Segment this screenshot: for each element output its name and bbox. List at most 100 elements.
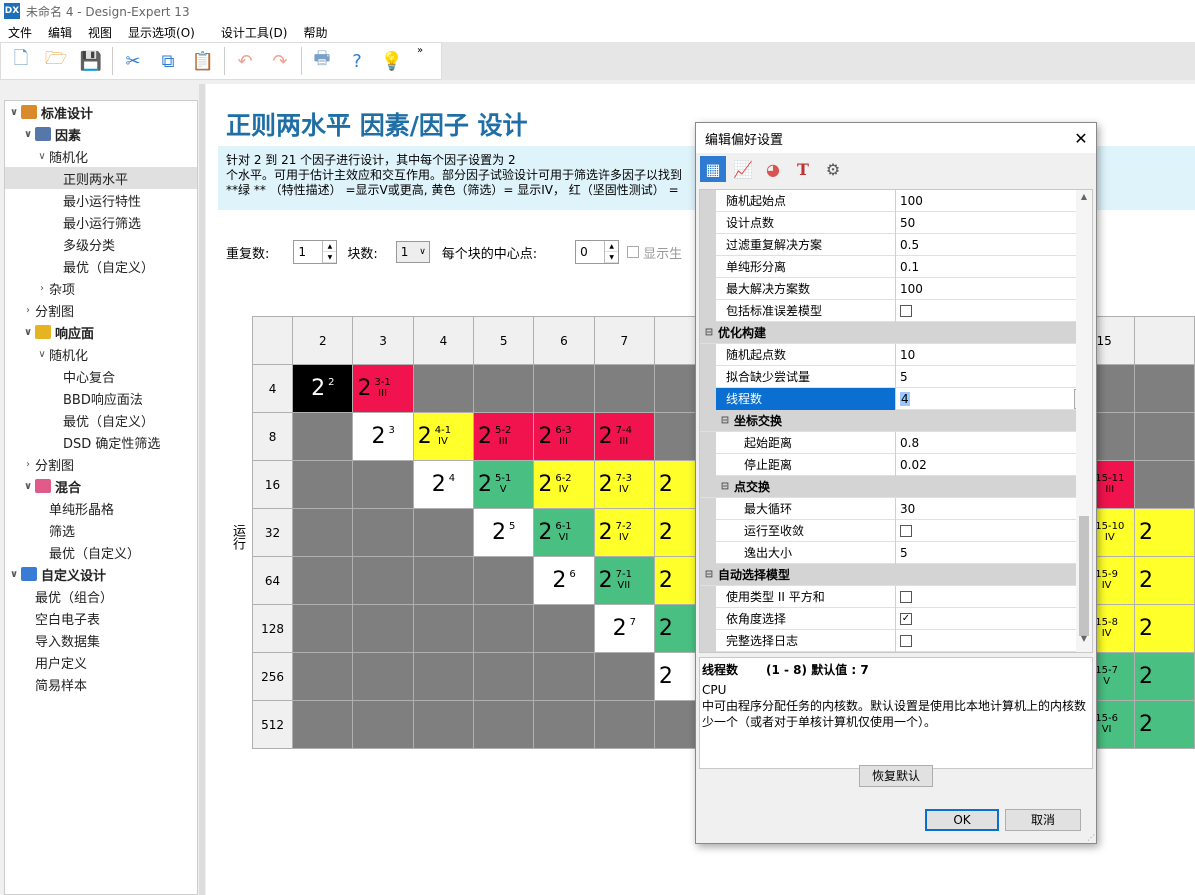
open-folder-icon[interactable]: 🗁	[42, 47, 70, 75]
close-icon[interactable]: ✕	[1066, 129, 1096, 148]
menu-design-tools[interactable]: 设计工具(D)	[213, 24, 296, 41]
property-value[interactable]: 0.1	[896, 256, 1092, 278]
sidebar-item[interactable]: 单纯形晶格	[5, 497, 197, 519]
expand-icon[interactable]: ∨	[35, 151, 49, 162]
reset-defaults-button[interactable]: 恢复默认	[859, 765, 933, 787]
resize-grip-icon[interactable]: ⋰	[1087, 833, 1095, 842]
design-cell[interactable]: 2	[1133, 652, 1195, 701]
property-value-text[interactable]: 50	[900, 216, 915, 230]
property-value[interactable]: 4▲▼	[896, 388, 1092, 426]
sidebar-item[interactable]: 导入数据集	[5, 629, 197, 651]
sidebar-item[interactable]: 最优（自定义）	[5, 255, 197, 277]
property-row[interactable]: 线程数4▲▼	[700, 387, 1092, 426]
design-cell[interactable]: 2 7-3 IV	[593, 460, 655, 509]
expand-icon[interactable]: ∨	[7, 107, 21, 118]
design-cell[interactable]: 2	[1133, 700, 1195, 749]
property-row[interactable]: 最大解决方案数 100	[700, 277, 1092, 300]
sidebar-item[interactable]: ∨ 标准设计	[5, 101, 197, 123]
property-row[interactable]: 起始距离 0.8	[700, 431, 1092, 454]
unchecked-box-icon[interactable]	[900, 525, 912, 537]
print-icon[interactable]: 🖶	[308, 47, 336, 75]
spin-up-icon[interactable]: ▲	[323, 241, 337, 252]
collapse-icon[interactable]: ›	[21, 459, 35, 470]
property-row[interactable]: 使用类型 II 平方和	[700, 585, 1092, 608]
sidebar-item[interactable]: 多级分类	[5, 233, 197, 255]
design-cell[interactable]: 2 6-1 VI	[533, 508, 595, 557]
ok-button[interactable]: OK	[925, 809, 999, 831]
design-cell[interactable]: 24	[412, 460, 475, 509]
collapse-icon[interactable]: ⊟	[718, 415, 732, 426]
design-cell[interactable]: 2 7-4 III	[593, 412, 655, 461]
property-category[interactable]: ⊟ 点交换	[700, 476, 1092, 498]
design-cell[interactable]: 26	[533, 556, 595, 605]
menu-display-options[interactable]: 显示选项(O)	[120, 24, 203, 41]
collapse-icon[interactable]: ⊟	[702, 569, 716, 580]
property-value[interactable]: 30	[896, 498, 1092, 520]
property-value[interactable]: 5	[896, 366, 1092, 388]
design-cell[interactable]: 23	[352, 412, 414, 461]
property-checkbox[interactable]	[896, 300, 1092, 322]
property-checkbox[interactable]	[896, 586, 1092, 608]
replicates-stepper[interactable]: 1 ▲ ▼	[293, 240, 338, 264]
collapse-icon[interactable]: ⊟	[718, 481, 732, 492]
design-cell[interactable]: 2 6-2 IV	[533, 460, 595, 509]
unchecked-box-icon[interactable]	[900, 591, 912, 603]
property-checkbox[interactable]: ✓	[896, 608, 1092, 630]
sidebar-item[interactable]: 用户定义	[5, 651, 197, 673]
sidebar-item[interactable]: 最小运行特性	[5, 189, 197, 211]
property-value-text[interactable]: 100	[900, 282, 923, 296]
sidebar-item[interactable]: ∨ 随机化	[5, 145, 197, 167]
design-cell[interactable]: 2 7-1 VII	[593, 556, 655, 605]
toolbar-overflow-icon[interactable]: »	[417, 45, 423, 56]
save-icon[interactable]: 💾	[77, 47, 105, 75]
replicates-value[interactable]: 1	[294, 241, 322, 263]
expand-icon[interactable]: ∨	[21, 327, 35, 338]
property-row[interactable]: 设计点数 50	[700, 211, 1092, 234]
cancel-button[interactable]: 取消	[1005, 809, 1081, 831]
menu-edit[interactable]: 编辑	[40, 24, 80, 41]
property-value-text[interactable]: 30	[900, 502, 915, 516]
copy-icon[interactable]: ⧉	[154, 47, 182, 75]
property-value[interactable]: 0.02	[896, 454, 1092, 476]
property-value-text[interactable]: 0.02	[900, 458, 927, 472]
show-checkbox[interactable]	[627, 246, 640, 258]
property-value[interactable]: 10	[896, 344, 1092, 366]
property-row[interactable]: 过滤重复解决方案 0.5	[700, 233, 1092, 256]
property-row[interactable]: 拟合缺少尝试量 5	[700, 365, 1092, 388]
sidebar-item[interactable]: 最优（组合）	[5, 585, 197, 607]
design-cell[interactable]: 2	[1133, 508, 1195, 557]
sidebar-item[interactable]: ∨ 随机化	[5, 343, 197, 365]
redo-icon[interactable]: ↷	[266, 47, 294, 75]
spin-up-icon[interactable]: ▲	[605, 241, 619, 252]
gear-icon[interactable]: ⚙	[820, 156, 846, 182]
property-row[interactable]: 完整选择日志	[700, 629, 1092, 652]
property-row[interactable]: 随机起始点 100	[700, 190, 1092, 212]
sidebar-item[interactable]: ∨ 响应面	[5, 321, 197, 343]
sidebar-item[interactable]: 正则两水平	[5, 167, 197, 189]
property-row[interactable]: 运行至收敛	[700, 519, 1092, 542]
expand-icon[interactable]: ∨	[7, 569, 21, 580]
property-category[interactable]: ⊟ 坐标交换	[700, 410, 1092, 432]
cut-icon[interactable]: ✂	[119, 47, 147, 75]
design-cell[interactable]: 2	[1133, 604, 1195, 653]
property-row[interactable]: 停止距离 0.02	[700, 453, 1092, 476]
property-value[interactable]: 5	[896, 542, 1092, 564]
sidebar-item[interactable]: ∨ 混合	[5, 475, 197, 497]
sidebar-item[interactable]: BBD响应面法	[5, 387, 197, 409]
menu-view[interactable]: 视图	[80, 24, 120, 41]
expand-icon[interactable]: ∨	[35, 349, 49, 360]
property-value-text[interactable]: 10	[900, 348, 915, 362]
property-value-text[interactable]: 5	[900, 546, 908, 560]
property-value[interactable]: 100	[896, 190, 1092, 212]
property-value[interactable]: 0.5	[896, 234, 1092, 256]
property-value-text[interactable]: 0.1	[900, 260, 919, 274]
property-value-text[interactable]: 100	[900, 194, 923, 208]
property-checkbox[interactable]	[896, 630, 1092, 652]
property-value-text[interactable]: 0.8	[900, 436, 919, 450]
sidebar-item[interactable]: › 分割图	[5, 453, 197, 475]
sidebar-item[interactable]: 中心复合	[5, 365, 197, 387]
help-icon[interactable]: ?	[343, 47, 371, 75]
property-value[interactable]: 50	[896, 212, 1092, 234]
unchecked-box-icon[interactable]	[900, 305, 912, 317]
collapse-icon[interactable]: ⊟	[702, 327, 716, 338]
